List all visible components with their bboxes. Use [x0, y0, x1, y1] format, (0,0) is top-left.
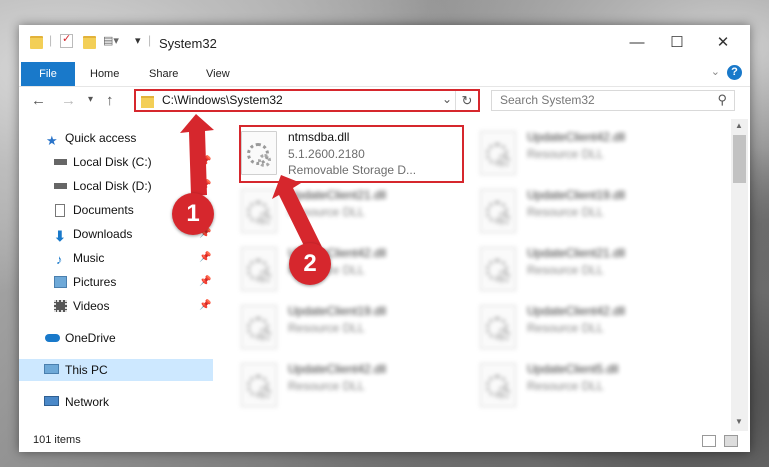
callout-step-2: 2	[289, 243, 331, 285]
callout-step-1: 1	[172, 193, 214, 235]
tutorial-arrows	[180, 114, 323, 256]
arrow-to-address-bar	[180, 114, 214, 196]
